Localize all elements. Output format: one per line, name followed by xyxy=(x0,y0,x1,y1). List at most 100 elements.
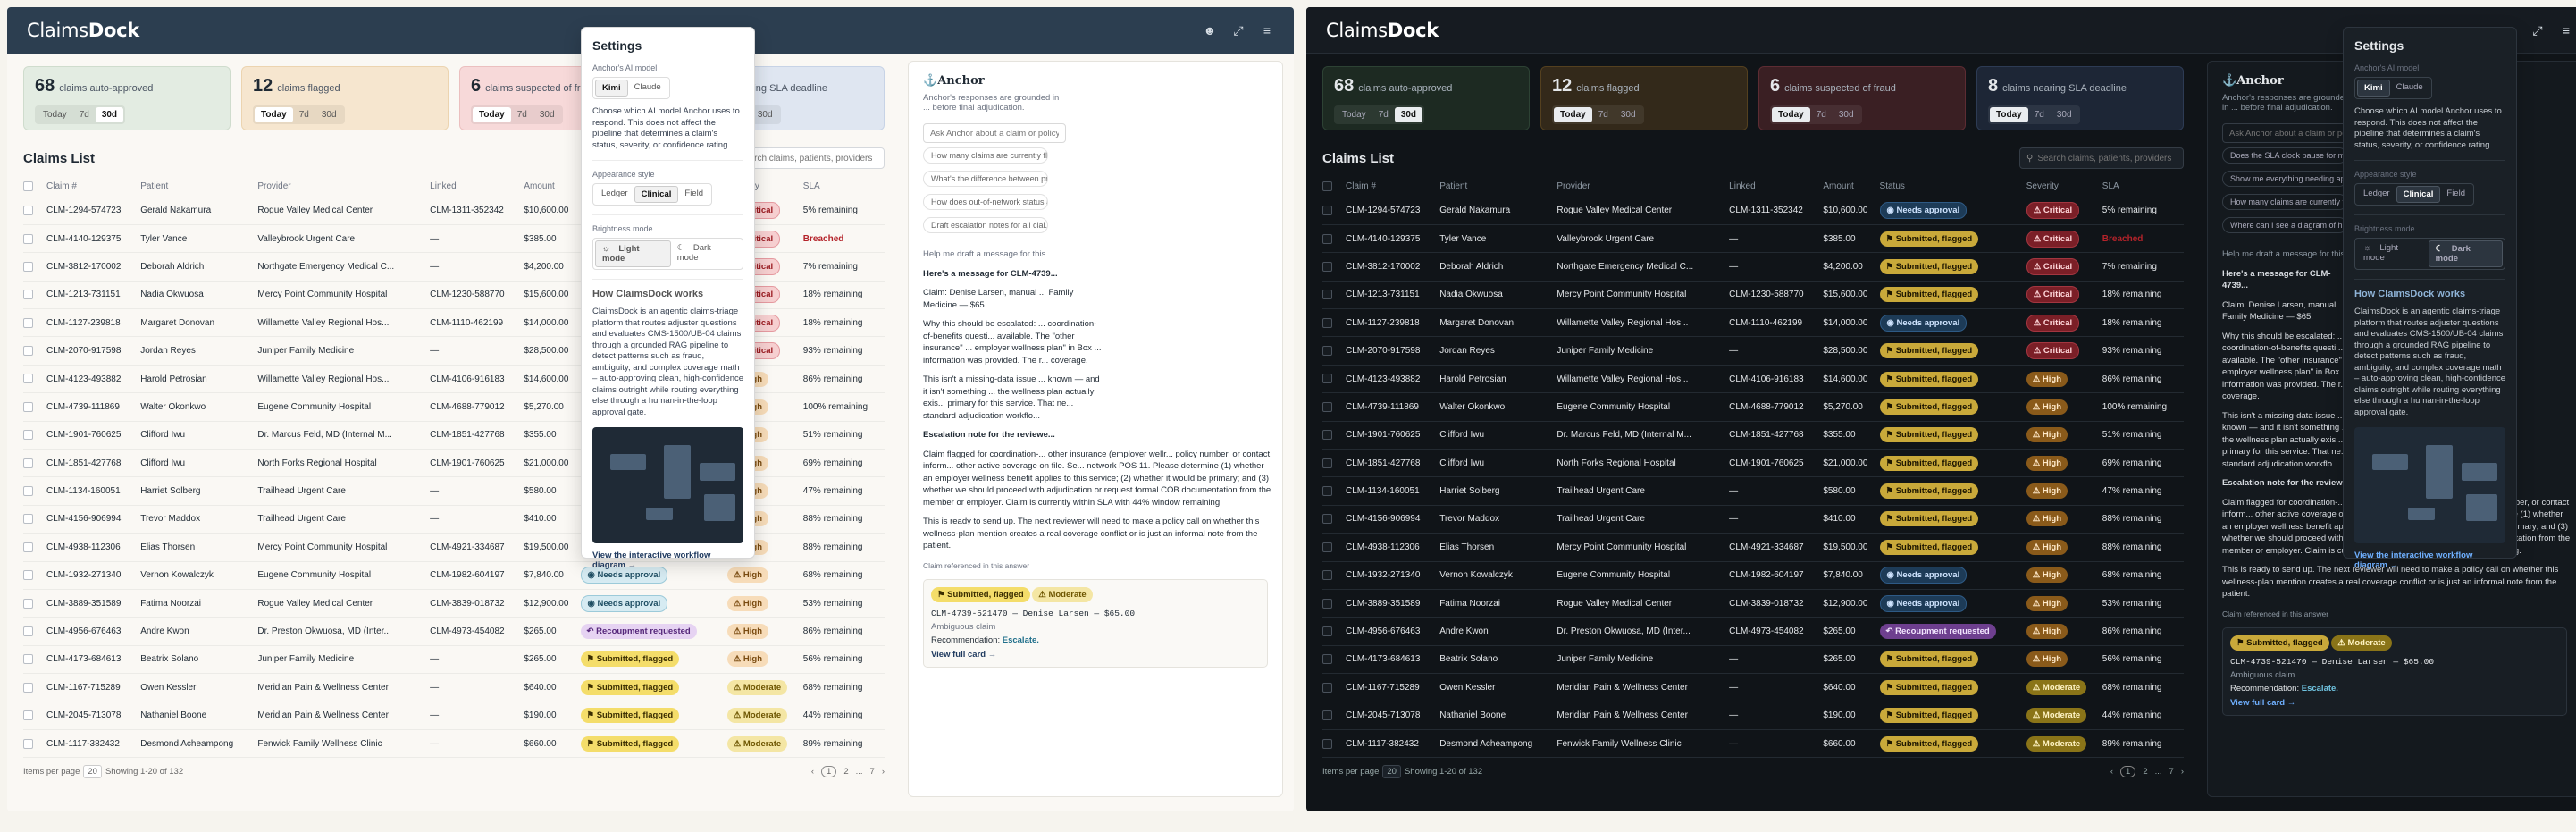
table-row[interactable]: CLM-1117-382432 Desmond Acheampong Fenwick… xyxy=(23,729,885,759)
row-checkbox[interactable] xyxy=(1322,421,1346,450)
row-checkbox[interactable] xyxy=(1322,224,1346,254)
row-checkbox[interactable] xyxy=(1322,561,1346,590)
claim-id[interactable]: CLM-1134-160051 xyxy=(46,476,141,506)
claim-id[interactable]: CLM-4156-906994 xyxy=(46,505,141,534)
next-page-button[interactable]: › xyxy=(2181,767,2184,777)
claim-id[interactable]: CLM-1134-160051 xyxy=(1346,476,1440,506)
row-checkbox[interactable] xyxy=(23,673,46,702)
claim-id[interactable]: CLM-4938-112306 xyxy=(1346,533,1440,562)
row-checkbox[interactable] xyxy=(1322,336,1346,366)
table-row[interactable]: CLM-1851-427768 Clifford Iwu North Forks R… xyxy=(1322,449,2184,478)
row-checkbox[interactable] xyxy=(23,645,46,675)
range-30d[interactable]: 30d xyxy=(315,107,343,122)
search-input[interactable] xyxy=(738,153,873,164)
range-today[interactable]: Today xyxy=(1990,107,2028,122)
claim-id[interactable]: CLM-2045-713078 xyxy=(46,702,141,730)
table-row[interactable]: CLM-3812-170002 Deborah Aldrich Northgate … xyxy=(1322,252,2184,282)
row-checkbox[interactable] xyxy=(1322,702,1346,730)
brand-logo[interactable]: ClaimsDock xyxy=(27,20,139,41)
row-checkbox[interactable] xyxy=(23,252,46,282)
style-clinical[interactable]: Clinical xyxy=(634,186,679,203)
table-row[interactable]: CLM-3812-170002 Deborah Aldrich Northgate … xyxy=(23,252,885,282)
table-row[interactable]: CLM-1213-731151 Nadia Okwuosa Mercy Point … xyxy=(23,281,885,310)
row-checkbox[interactable] xyxy=(23,336,46,366)
claim-id[interactable]: CLM-3812-170002 xyxy=(1346,252,1440,282)
claim-id[interactable]: CLM-1932-271340 xyxy=(1346,561,1440,590)
table-row[interactable]: CLM-4956-676463 Andre Kwon Dr. Preston Okw… xyxy=(23,617,885,646)
suggestion-chip[interactable]: Where can I see a diagram of how... xyxy=(2222,217,2347,233)
view-full-card-link[interactable]: View full card → xyxy=(2230,698,2559,708)
suggestion-chip[interactable]: How many claims are currently flagged? xyxy=(923,147,1048,164)
claim-id[interactable]: CLM-4173-684613 xyxy=(1346,645,1440,675)
table-row[interactable]: CLM-1134-160051 Harriet Solberg Trailhead … xyxy=(1322,476,2184,506)
table-row[interactable]: CLM-4938-112306 Elias Thorsen Mercy Point … xyxy=(23,533,885,562)
row-checkbox[interactable] xyxy=(23,197,46,225)
table-row[interactable]: CLM-1294-574723 Gerald Nakamura Rogue Vall… xyxy=(1322,197,2184,225)
style-field[interactable]: Field xyxy=(2440,186,2471,203)
table-row[interactable]: CLM-4739-111869 Walter Okonkwo Eugene Comm… xyxy=(23,392,885,422)
claim-id[interactable]: CLM-2070-917598 xyxy=(1346,336,1440,366)
claim-id[interactable]: CLM-1127-239818 xyxy=(1346,308,1440,338)
column-header[interactable]: Linked xyxy=(1729,177,1824,197)
suggestion-chip[interactable]: How many claims are currently flag... xyxy=(2222,194,2347,210)
table-row[interactable]: CLM-4739-111869 Walter Okonkwo Eugene Comm… xyxy=(1322,392,2184,422)
user-icon[interactable]: ☻ xyxy=(1203,23,1217,38)
workflow-diagram-thumbnail[interactable] xyxy=(592,427,743,543)
prev-page-button[interactable]: ‹ xyxy=(811,767,814,777)
claim-id[interactable]: CLM-1167-715289 xyxy=(1346,673,1440,702)
row-checkbox[interactable] xyxy=(1322,449,1346,478)
range-7d[interactable]: 7d xyxy=(1810,107,1833,122)
style-ledger[interactable]: Ledger xyxy=(595,186,634,203)
workflow-diagram-thumbnail[interactable] xyxy=(2354,427,2505,543)
claim-id[interactable]: CLM-1901-760625 xyxy=(46,421,141,450)
row-checkbox[interactable] xyxy=(23,476,46,506)
column-header[interactable]: Claim # xyxy=(1346,177,1440,197)
row-checkbox[interactable] xyxy=(1322,476,1346,506)
table-row[interactable]: CLM-4140-129375 Tyler Vance Valleybrook Ur… xyxy=(1322,224,2184,254)
suggestion-chip[interactable]: What's the difference between pre... xyxy=(923,171,1048,187)
range-7d[interactable]: 7d xyxy=(2028,107,2051,122)
claim-id[interactable]: CLM-4938-112306 xyxy=(46,533,141,562)
claims-search[interactable]: ⚲ xyxy=(2019,147,2184,169)
table-row[interactable]: CLM-4173-684613 Beatrix Solano Juniper Fam… xyxy=(1322,645,2184,675)
row-checkbox[interactable] xyxy=(1322,729,1346,759)
dark-mode-option[interactable]: ☾ Dark mode xyxy=(671,240,741,267)
table-row[interactable]: CLM-1901-760625 Clifford Iwu Dr. Marcus Fe… xyxy=(1322,421,2184,450)
row-checkbox[interactable] xyxy=(1322,252,1346,282)
model-claude[interactable]: Claude xyxy=(2390,80,2429,97)
suggestion-chip[interactable]: How does out-of-network status af... xyxy=(923,194,1048,210)
claim-id[interactable]: CLM-4739-111869 xyxy=(1346,392,1440,422)
expand-icon[interactable]: ⤢ xyxy=(1231,23,1246,38)
row-checkbox[interactable] xyxy=(23,449,46,478)
column-header[interactable]: Amount xyxy=(1823,177,1880,197)
column-header[interactable]: Status xyxy=(1879,177,2026,197)
claim-id[interactable]: CLM-1851-427768 xyxy=(1346,449,1440,478)
row-checkbox[interactable] xyxy=(23,281,46,310)
range-today[interactable]: Today xyxy=(1772,107,1810,122)
column-header[interactable]: Provider xyxy=(1557,177,1730,197)
settings-sliders-icon[interactable]: ≡ xyxy=(2559,23,2573,38)
row-checkbox[interactable] xyxy=(23,533,46,562)
claim-id[interactable]: CLM-3889-351589 xyxy=(46,589,141,618)
claim-id[interactable]: CLM-3812-170002 xyxy=(46,252,141,282)
row-checkbox[interactable] xyxy=(23,392,46,422)
column-header[interactable]: Provider xyxy=(257,177,431,197)
select-all[interactable] xyxy=(23,177,46,197)
table-row[interactable]: CLM-4123-493882 Harold Petrosian Willamett… xyxy=(1322,365,2184,394)
claim-id[interactable]: CLM-4140-129375 xyxy=(46,224,141,254)
claim-id[interactable]: CLM-3889-351589 xyxy=(1346,589,1440,618)
claim-id[interactable]: CLM-1213-731151 xyxy=(46,281,141,310)
claim-id[interactable]: CLM-4156-906994 xyxy=(1346,505,1440,534)
table-row[interactable]: CLM-3889-351589 Fatima Noorzai Rogue Valle… xyxy=(1322,589,2184,618)
claim-id[interactable]: CLM-4173-684613 xyxy=(46,645,141,675)
range-7d[interactable]: 7d xyxy=(1372,107,1395,122)
range-30d[interactable]: 30d xyxy=(751,107,779,122)
range-30d[interactable]: 30d xyxy=(1833,107,1860,122)
row-checkbox[interactable] xyxy=(1322,533,1346,562)
claim-id[interactable]: CLM-1294-574723 xyxy=(46,197,141,225)
table-row[interactable]: CLM-3889-351589 Fatima Noorzai Rogue Valle… xyxy=(23,589,885,618)
claim-id[interactable]: CLM-1851-427768 xyxy=(46,449,141,478)
claim-id[interactable]: CLM-1167-715289 xyxy=(46,673,141,702)
column-header[interactable]: Severity xyxy=(2026,177,2102,197)
row-checkbox[interactable] xyxy=(1322,365,1346,394)
